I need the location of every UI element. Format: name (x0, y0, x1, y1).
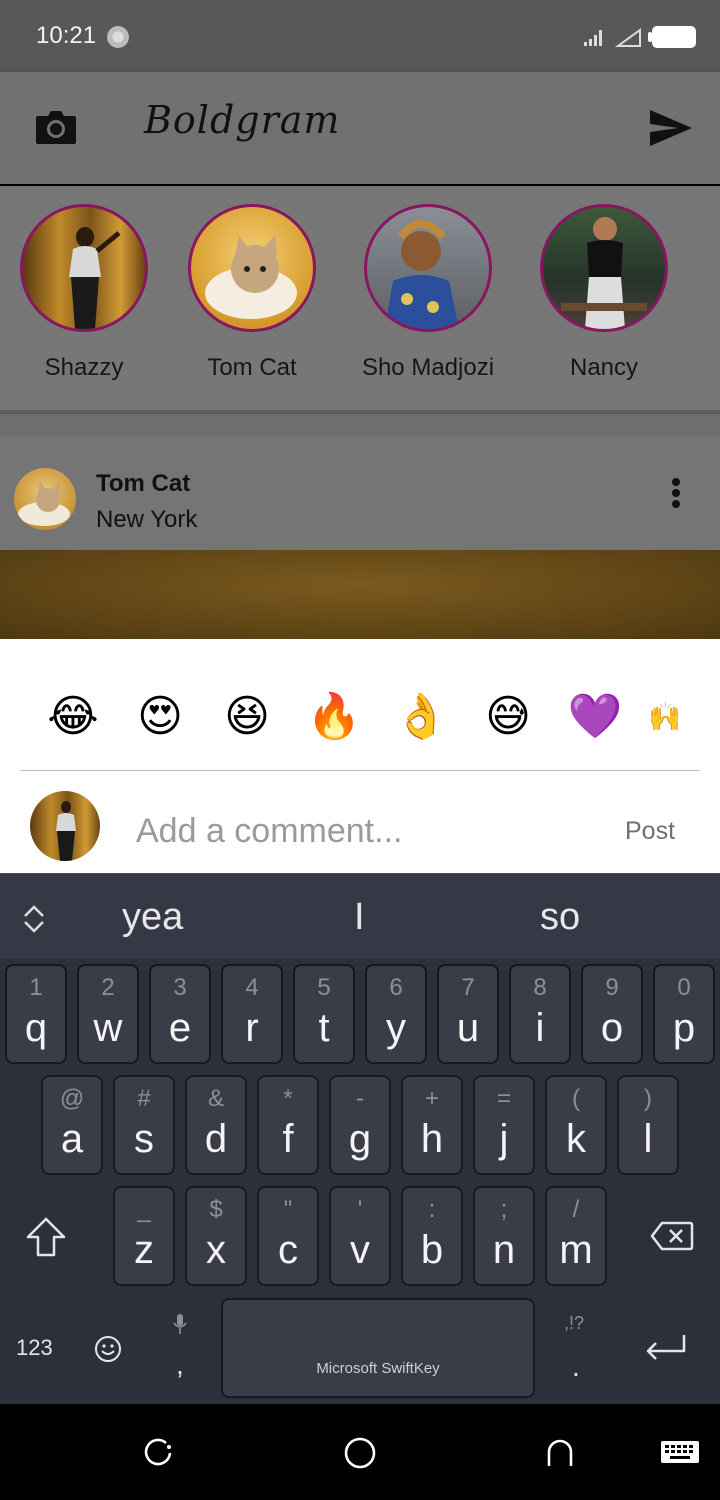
emoji-button[interactable]: 🙌 (648, 689, 678, 745)
space-key-label: Microsoft SwiftKey (316, 1360, 440, 1377)
key[interactable]: $ x (185, 1186, 247, 1286)
enter-icon[interactable] (644, 1333, 688, 1363)
comment-sheet: 😂 😍 😆 🔥 👌 😅 💜 🙌 Post (0, 639, 720, 873)
key[interactable]: 6y (365, 964, 427, 1064)
period-key[interactable]: . (572, 1351, 580, 1383)
emoji-button[interactable]: 💜 (567, 689, 623, 745)
key[interactable]: _ z (113, 1186, 175, 1286)
key[interactable]: # s (113, 1075, 175, 1175)
emoji-button[interactable]: 😍 (132, 689, 188, 745)
navigation-bar (0, 1404, 720, 1500)
key[interactable]: 7u (437, 964, 499, 1064)
post-header: Tom Cat New York (0, 436, 720, 550)
emoji-button[interactable]: 😆 (219, 689, 275, 745)
post-image (0, 550, 720, 639)
key[interactable]: @ a (41, 1075, 103, 1175)
key[interactable]: ; n (473, 1186, 535, 1286)
emoji-button[interactable]: 😂 (45, 689, 101, 745)
key[interactable]: :b (401, 1186, 463, 1286)
post-location[interactable]: New York (96, 506, 197, 534)
key[interactable]: 9o (581, 964, 643, 1064)
sheet-divider (20, 770, 700, 771)
key[interactable]: & d (185, 1075, 247, 1175)
key[interactable]: = j (473, 1075, 535, 1175)
signal-icon (584, 28, 641, 47)
camera-icon[interactable] (34, 108, 78, 146)
key[interactable]: 5t (293, 964, 355, 1064)
emoji-button[interactable]: 👌 (393, 689, 449, 745)
key[interactable]: * f (257, 1075, 319, 1175)
app-bar: Boldgram (0, 72, 720, 184)
post-button[interactable]: Post (625, 817, 675, 846)
status-time: 10:21 (36, 22, 97, 49)
story-label: Nancy (569, 354, 639, 381)
emoji-row: 😂 😍 😆 🔥 👌 😅 💜 🙌 (0, 689, 720, 745)
key[interactable]: 0p (653, 964, 715, 1064)
feed-gap (0, 414, 720, 436)
keyboard-switch-icon[interactable] (660, 1440, 700, 1468)
key[interactable]: / m (545, 1186, 607, 1286)
key[interactable]: 3e (149, 964, 211, 1064)
key[interactable]: ) l (617, 1075, 679, 1175)
recent-apps-icon[interactable] (144, 1438, 174, 1468)
back-icon[interactable] (545, 1438, 575, 1468)
stories-row: Shazzy Tom Cat Sho Madjozi Nancy (0, 186, 720, 410)
microphone-icon[interactable] (172, 1313, 188, 1335)
suggestion-item[interactable]: yea (122, 896, 183, 939)
suggestion-item[interactable]: I (354, 896, 365, 939)
emoji-key-icon[interactable] (94, 1335, 122, 1363)
story-item[interactable]: Nancy (514, 204, 694, 394)
key[interactable]: + h (401, 1075, 463, 1175)
sync-icon (107, 26, 129, 48)
expand-toolbar-icon[interactable] (22, 904, 46, 934)
space-key[interactable]: Microsoft SwiftKey (221, 1298, 535, 1398)
comma-key[interactable]: , (176, 1349, 184, 1381)
post-username[interactable]: Tom Cat (96, 470, 190, 498)
story-avatar[interactable] (20, 204, 148, 332)
story-label: Tom Cat (207, 354, 297, 381)
story-label: Sho Madjozi (361, 354, 495, 381)
key[interactable]: 2w (77, 964, 139, 1064)
key[interactable]: ' v (329, 1186, 391, 1286)
story-avatar[interactable] (188, 204, 316, 332)
battery-icon (652, 26, 696, 48)
home-icon[interactable] (343, 1436, 377, 1470)
emoji-button[interactable]: 🔥 (306, 689, 362, 745)
post-avatar[interactable] (14, 468, 76, 530)
more-options-icon[interactable] (668, 478, 684, 512)
story-item[interactable]: Sho Madjozi (338, 204, 518, 394)
comment-input[interactable] (136, 809, 596, 853)
key[interactable]: 8i (509, 964, 571, 1064)
numbers-key[interactable]: 123 (16, 1335, 53, 1361)
comment-avatar (30, 791, 100, 861)
story-avatar[interactable] (364, 204, 492, 332)
key[interactable]: " c (257, 1186, 319, 1286)
app-title: Boldgram (144, 98, 341, 142)
send-icon[interactable] (648, 108, 694, 148)
story-item[interactable]: Tom Cat (162, 204, 342, 394)
emoji-button[interactable]: 😅 (480, 689, 536, 745)
key[interactable]: (k (545, 1075, 607, 1175)
suggestion-item[interactable]: so (540, 896, 580, 939)
status-bar: 10:21 (0, 0, 720, 72)
backspace-icon[interactable] (650, 1221, 694, 1251)
key[interactable]: 1q (5, 964, 67, 1064)
shift-key-icon[interactable] (24, 1215, 68, 1259)
punctuation-hint: ,!? (564, 1313, 585, 1333)
suggestion-bar: yea I so (0, 873, 720, 959)
story-avatar[interactable] (540, 204, 668, 332)
key[interactable]: 4r (221, 964, 283, 1064)
keyboard: yea I so 1q 2w 3e 4r 5t 6y 7u 8i 9o 0p @… (0, 873, 720, 1404)
story-label: Shazzy (44, 354, 124, 381)
story-item[interactable]: Shazzy (0, 204, 174, 394)
key[interactable]: -g (329, 1075, 391, 1175)
